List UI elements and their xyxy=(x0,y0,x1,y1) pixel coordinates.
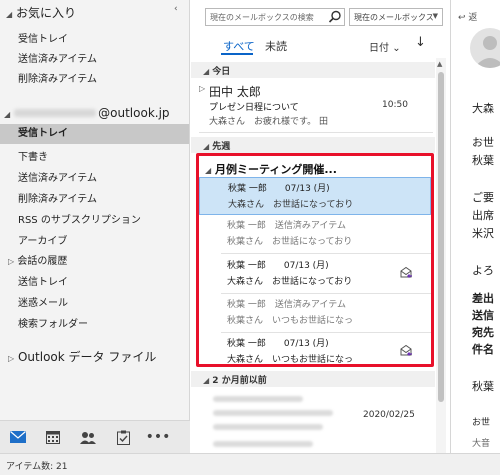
redacted-sender xyxy=(213,441,313,447)
signature: 秋葉 xyxy=(472,380,494,393)
module-nav-bar: ••• xyxy=(0,420,190,453)
sort-direction-button[interactable]: ↓ xyxy=(415,35,426,50)
collapse-pane-icon[interactable]: ‹ xyxy=(174,4,178,14)
favorite-sent-items[interactable]: 送信済みアイテム xyxy=(18,50,97,65)
chevron-down-icon: ⌄ xyxy=(392,43,401,54)
reply-icon: ↩ xyxy=(458,13,466,23)
message-date: 2020/02/25 xyxy=(363,410,415,420)
folder-junk[interactable]: 迷惑メール xyxy=(18,294,68,309)
redacted-subject xyxy=(213,410,333,416)
message-subject[interactable]: プレゼン日程について xyxy=(209,100,299,113)
mail-icon[interactable] xyxy=(7,427,29,447)
body-text: 出席 xyxy=(472,209,494,222)
item-count: アイテム数: 21 xyxy=(6,462,68,472)
scroll-up-arrow-icon[interactable]: ▲ xyxy=(437,60,442,68)
search-input[interactable]: 現在のメールボックスの検索 xyxy=(205,8,345,26)
body-text: 大音 xyxy=(472,439,491,449)
expand-triangle-icon[interactable]: ◢ xyxy=(6,10,12,19)
folder-inbox[interactable]: 受信トレイ xyxy=(0,124,189,144)
header-label: 件名 xyxy=(472,343,494,356)
header-label: 差出 xyxy=(472,292,494,305)
search-icon[interactable] xyxy=(327,9,343,25)
people-icon[interactable] xyxy=(77,427,99,447)
more-options-icon[interactable]: ••• xyxy=(146,427,171,447)
account-name-redacted xyxy=(14,108,97,117)
message-preview: 大森さん お疲れ様です。 田 xyxy=(209,117,328,127)
group-header-two-months[interactable]: ◢ 2 か月前以前 xyxy=(203,373,267,386)
expand-triangle-icon[interactable]: ▷ xyxy=(8,354,14,363)
account-header[interactable]: ◢ @outlook.jp xyxy=(4,106,189,126)
folder-archive[interactable]: アーカイブ xyxy=(18,232,67,247)
folder-conversation-history[interactable]: ▷ 会話の履歴 xyxy=(8,252,67,267)
message-time: 10:50 xyxy=(382,100,408,110)
folder-sent-items[interactable]: 送信済みアイテム xyxy=(18,169,97,184)
search-scope-dropdown[interactable]: 現在のメールボックス ▼ xyxy=(349,8,443,26)
header-label: 宛先 xyxy=(472,326,494,339)
expand-triangle-icon[interactable]: ◢ xyxy=(4,110,10,119)
message-sender[interactable]: 田中 太郎 xyxy=(209,83,261,100)
data-file-header[interactable]: ▷ Outlook データ ファイル xyxy=(8,348,156,365)
tab-all[interactable]: すべて xyxy=(223,38,255,54)
folder-pane: ◢ お気に入り ‹ 受信トレイ 送信済みアイテム 削除済みアイテム ◢ @outl… xyxy=(0,0,190,453)
avatar xyxy=(470,28,500,68)
divider xyxy=(199,132,433,133)
highlight-frame xyxy=(196,153,434,367)
chevron-down-icon: ▼ xyxy=(432,12,438,20)
reading-pane: ↩ 返 大森 お世 秋葉 ご要 出席 米沢 よろ 差出 送信 宛先 件名 秋葉 … xyxy=(452,0,500,453)
group-header-today[interactable]: ◢ 今日 xyxy=(203,64,230,77)
favorites-header[interactable]: ◢ お気に入り xyxy=(6,4,76,21)
group-header-last-week[interactable]: ◢ 先週 xyxy=(203,139,230,152)
favorite-inbox[interactable]: 受信トレイ xyxy=(18,30,68,45)
body-text: よろ xyxy=(472,264,494,277)
folder-rss[interactable]: RSS のサブスクリプション xyxy=(18,211,141,226)
redacted-preview xyxy=(213,424,323,430)
header-label: 送信 xyxy=(472,309,494,322)
collapse-triangle-icon[interactable]: ◢ xyxy=(203,376,209,385)
folder-drafts[interactable]: 下書き xyxy=(18,148,48,163)
status-bar: アイテム数: 21 xyxy=(0,453,500,475)
tab-unread[interactable]: 未読 xyxy=(265,38,287,54)
body-text: お世 xyxy=(472,418,491,428)
folder-deleted-items[interactable]: 削除済みアイテム xyxy=(18,190,97,205)
favorite-deleted-items[interactable]: 削除済みアイテム xyxy=(18,70,97,85)
folder-outbox[interactable]: 送信トレイ xyxy=(18,273,68,288)
redacted-sender xyxy=(213,396,303,402)
collapse-triangle-icon[interactable]: ◢ xyxy=(203,67,209,76)
body-text: 大森 xyxy=(472,102,494,115)
folder-search-folders[interactable]: 検索フォルダー xyxy=(18,315,88,330)
body-text: ご要 xyxy=(472,191,494,204)
body-text: 米沢 xyxy=(472,227,494,240)
expand-conversation-icon[interactable]: ▷ xyxy=(199,84,205,94)
body-text: お世 xyxy=(472,136,494,149)
expand-triangle-icon[interactable]: ▷ xyxy=(8,257,14,266)
sort-by-button[interactable]: 日付 ⌄ xyxy=(369,39,401,54)
scrollbar-thumb[interactable] xyxy=(438,72,444,402)
collapse-triangle-icon[interactable]: ◢ xyxy=(203,142,209,151)
reply-button[interactable]: ↩ 返 xyxy=(458,10,477,23)
active-tab-underline xyxy=(221,53,253,55)
body-text: 秋葉 xyxy=(472,154,494,167)
calendar-icon[interactable] xyxy=(42,427,64,447)
tasks-icon[interactable] xyxy=(112,427,134,447)
